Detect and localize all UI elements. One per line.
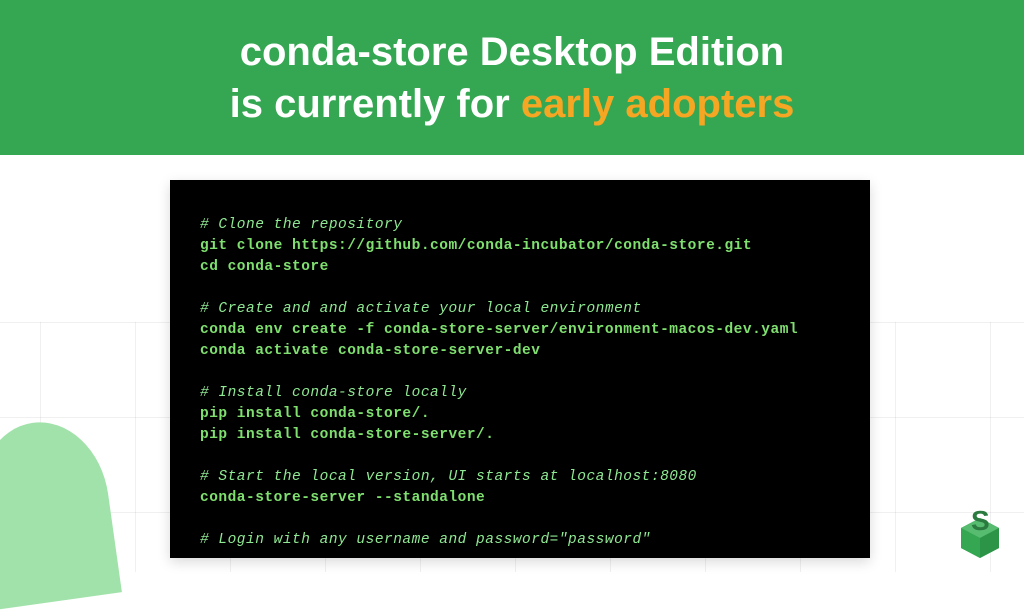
cube-icon — [954, 508, 1006, 560]
terminal-command: cd conda-store — [200, 257, 840, 278]
terminal-blank-line — [200, 446, 840, 467]
terminal-comment: # Install conda-store locally — [200, 383, 840, 404]
terminal-command: conda env create -f conda-store-server/e… — [200, 320, 840, 341]
header-line-1: conda-store Desktop Edition — [240, 26, 785, 78]
terminal-comment: # Login with any username and password="… — [200, 530, 840, 551]
header-line-2-prefix: is currently for — [230, 82, 521, 126]
terminal-command: git clone https://github.com/conda-incub… — [200, 236, 840, 257]
terminal-blank-line — [200, 509, 840, 530]
conda-store-logo: S — [954, 508, 1006, 560]
terminal-command: conda activate conda-store-server-dev — [200, 341, 840, 362]
terminal-command: conda-store-server --standalone — [200, 488, 840, 509]
header-highlight: early adopters — [521, 82, 794, 126]
terminal-comment: # Create and and activate your local env… — [200, 299, 840, 320]
header-banner: conda-store Desktop Edition is currently… — [0, 0, 1024, 155]
logo-letter: S — [971, 505, 990, 537]
background-shape — [0, 414, 122, 610]
terminal-comment: # Start the local version, UI starts at … — [200, 467, 840, 488]
terminal-blank-line — [200, 278, 840, 299]
terminal-command: pip install conda-store/. — [200, 404, 840, 425]
terminal-comment: # Clone the repository — [200, 215, 840, 236]
terminal-blank-line — [200, 362, 840, 383]
header-line-2: is currently for early adopters — [230, 78, 795, 130]
terminal-command: pip install conda-store-server/. — [200, 425, 840, 446]
terminal-window: # Clone the repositorygit clone https://… — [170, 180, 870, 558]
